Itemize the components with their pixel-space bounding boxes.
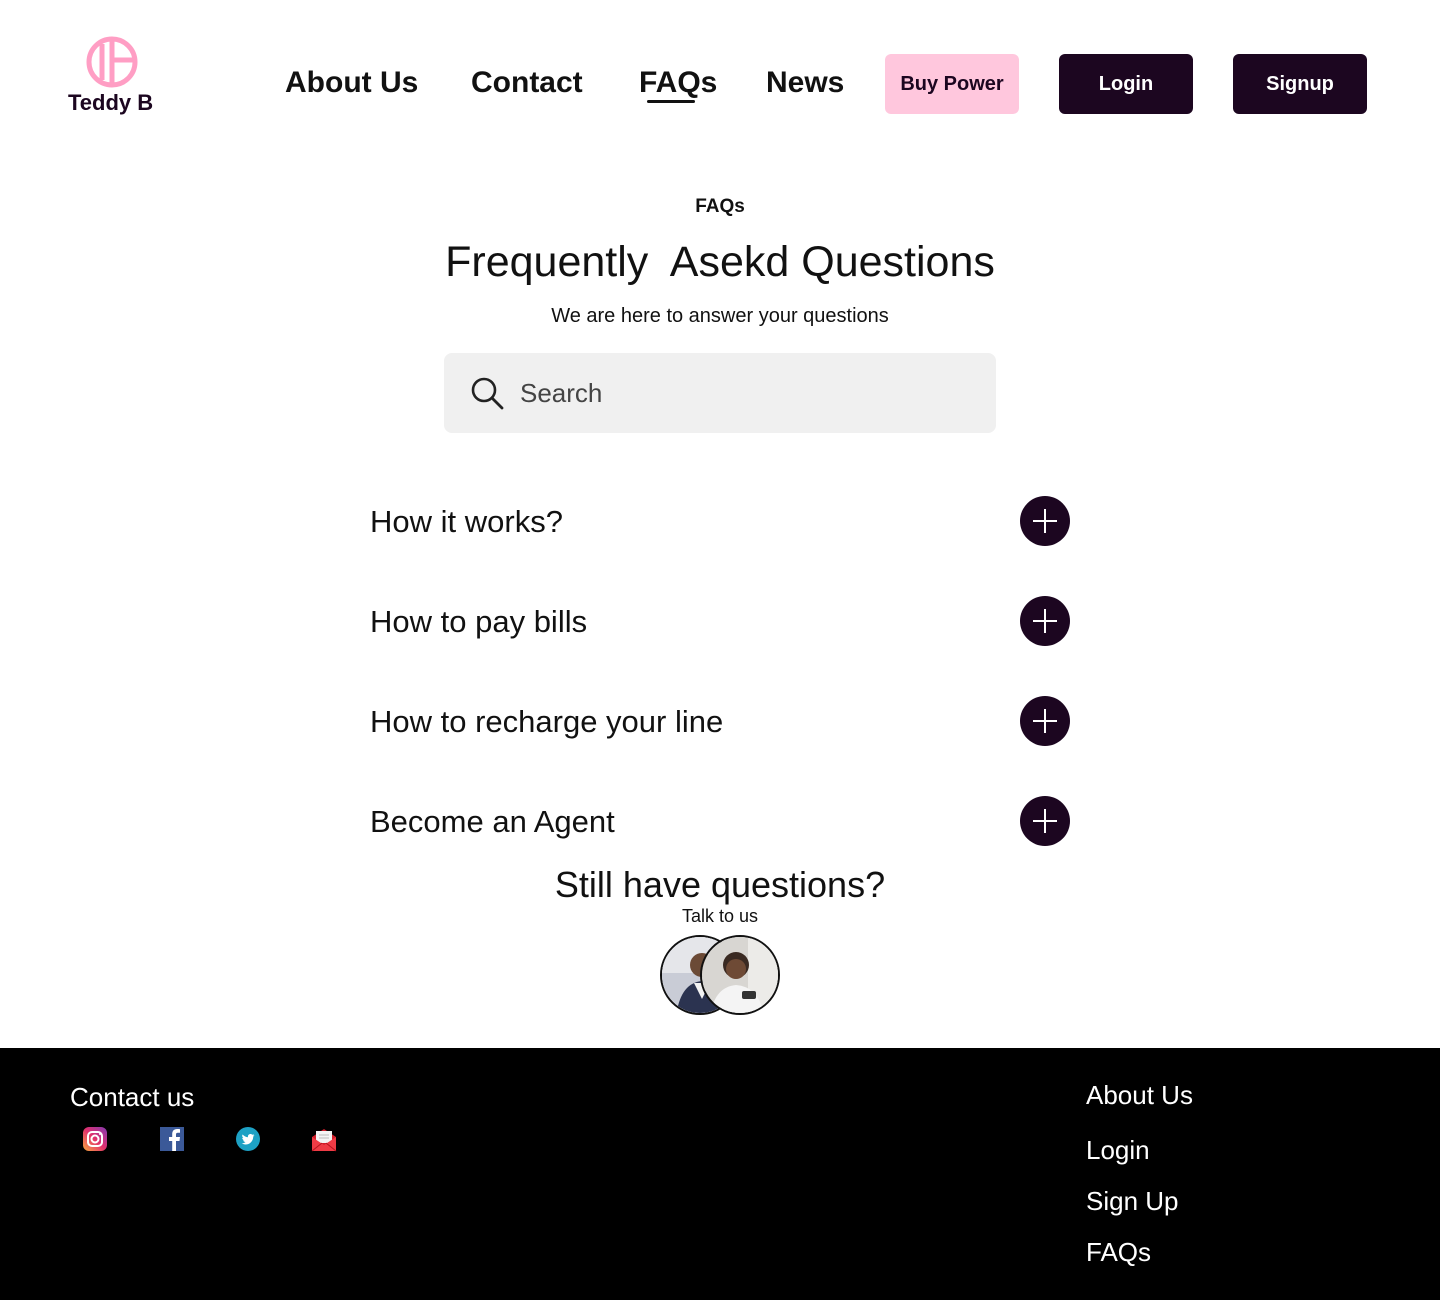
expand-button[interactable] [1020,496,1070,546]
brand-logo[interactable]: Teddy B [66,36,160,120]
talk-to-us-link[interactable]: Talk to us [0,906,1440,927]
faq-item[interactable]: How to pay bills [370,596,1070,648]
tb-monogram-icon [86,36,138,88]
search-icon [471,377,504,410]
avatar [700,935,780,1015]
facebook-icon[interactable] [159,1126,185,1152]
page-title: Frequently Asekd Questions [445,238,995,286]
faq-item[interactable]: How to recharge your line [370,696,1070,748]
still-questions-heading: Still have questions? [554,864,886,905]
expand-button[interactable] [1020,696,1070,746]
section-eyebrow: FAQs [695,196,745,217]
faq-question: How it works? [370,504,563,539]
expand-button[interactable] [1020,596,1070,646]
page-subtitle: We are here to answer your questions [551,305,889,327]
nav-about-us[interactable]: About Us [285,66,418,100]
plus-icon [1033,709,1057,733]
twitter-icon[interactable] [235,1126,261,1152]
plus-icon [1033,809,1057,833]
nav-news[interactable]: News [766,66,844,100]
plus-icon [1033,509,1057,533]
instagram-icon[interactable] [82,1126,108,1152]
search-input[interactable] [520,377,960,409]
nav-active-underline [647,100,695,103]
footer-contact-heading: Contact us [70,1082,195,1112]
footer-link-about-us[interactable]: About Us [1086,1080,1193,1111]
expand-button[interactable] [1020,796,1070,846]
brand-name: Teddy B [68,90,154,115]
faq-item[interactable]: How it works? [370,496,1070,548]
support-avatars[interactable] [660,935,780,1015]
footer-link-login[interactable]: Login [1086,1135,1150,1166]
plus-icon [1033,609,1057,633]
faq-question: How to pay bills [370,604,588,639]
faq-item[interactable]: Become an Agent [370,796,1070,848]
footer-link-faqs[interactable]: FAQs [1086,1237,1151,1268]
search-box[interactable] [444,353,996,433]
footer-link-sign-up[interactable]: Sign Up [1086,1186,1179,1217]
nav-faqs[interactable]: FAQs [639,66,717,100]
faq-question: Become an Agent [370,804,615,839]
login-button[interactable]: Login [1059,54,1193,114]
email-icon[interactable] [311,1126,337,1152]
faq-question: How to recharge your line [370,704,724,739]
buy-power-button[interactable]: Buy Power [885,54,1019,114]
nav-contact[interactable]: Contact [471,66,583,100]
signup-button[interactable]: Signup [1233,54,1367,114]
site-footer: Contact us About Us Login Sign Up FAQs [0,1048,1440,1300]
